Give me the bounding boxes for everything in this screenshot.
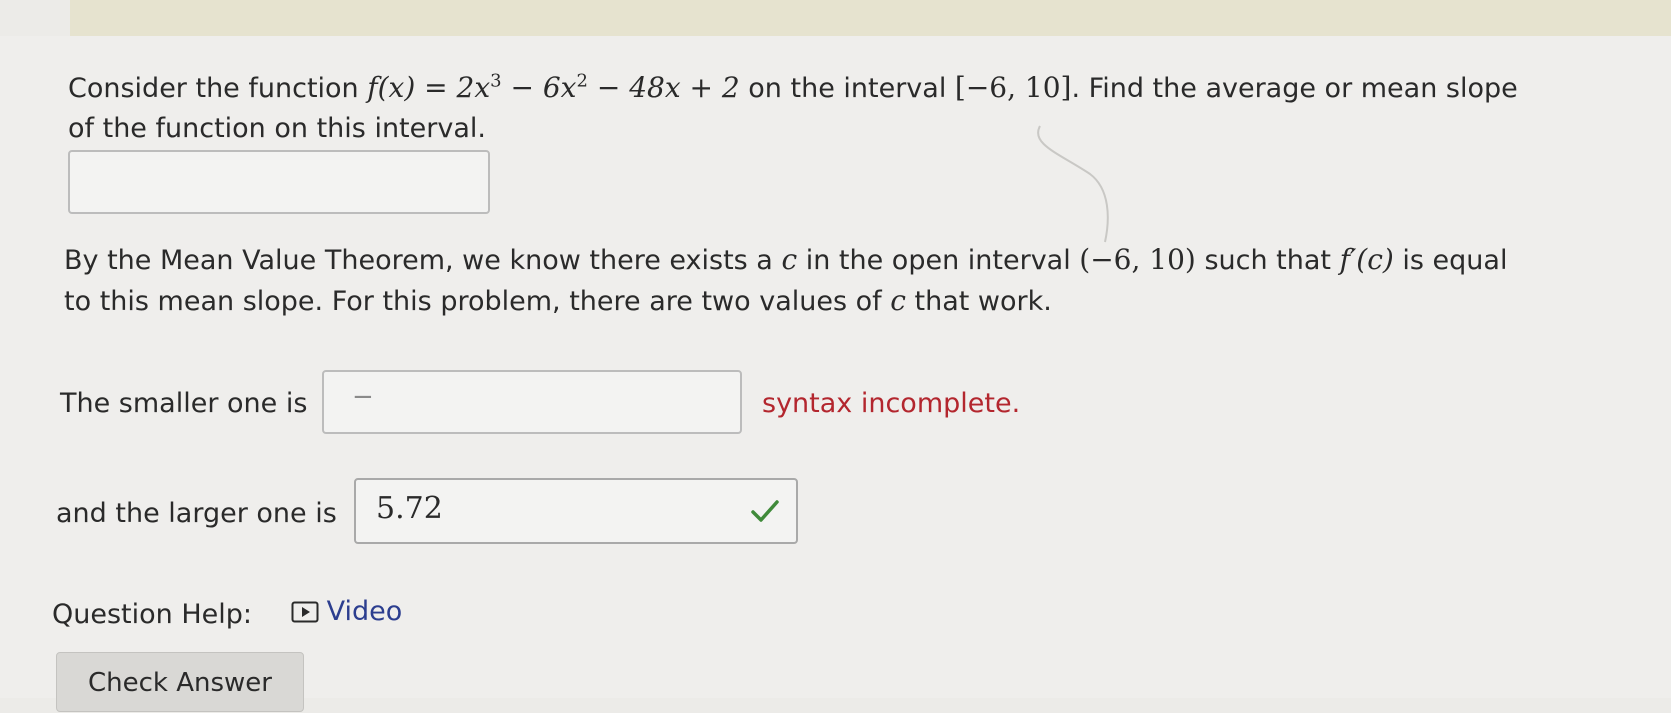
video-link[interactable]: Video xyxy=(291,592,403,632)
question-help-label: Question Help: xyxy=(52,599,252,630)
closed-interval: [−6, 10] xyxy=(954,71,1072,104)
smaller-value-label: The smaller one is xyxy=(60,388,308,419)
larger-value-input[interactable]: 5.72 xyxy=(354,478,798,544)
question-intro: Consider the function xyxy=(68,73,368,104)
equals-sign: = xyxy=(415,71,457,104)
function-expression: f(x) = 2x3 − 6x2 − 48x + 2 xyxy=(367,71,739,104)
syntax-status: syntax incomplete. xyxy=(762,388,1021,419)
exponent-2: 2 xyxy=(576,70,588,92)
larger-value-label: and the larger one is xyxy=(56,498,337,529)
top-banner xyxy=(70,0,1671,36)
mean-slope-input[interactable] xyxy=(68,150,490,214)
term-rest: − 48x + 2 xyxy=(587,71,740,104)
smaller-value-input[interactable]: − xyxy=(322,370,742,434)
mvt-part-1: By the Mean Value Theorem, we know there… xyxy=(64,245,782,276)
question-text: Consider the function f(x) = 2x3 − 6x2 −… xyxy=(68,68,1518,149)
video-icon xyxy=(291,601,319,623)
exponent-1: 3 xyxy=(490,70,502,92)
mvt-part-2: in the open interval xyxy=(797,245,1080,276)
open-interval: (−6, 10) xyxy=(1079,243,1196,276)
term-2: − 6x xyxy=(501,71,577,104)
variable-c: c xyxy=(781,243,798,276)
video-link-label: Video xyxy=(326,596,403,627)
larger-value: 5.72 xyxy=(376,491,443,526)
check-answer-button[interactable]: Check Answer xyxy=(56,652,304,712)
term-1: 2x xyxy=(456,71,491,104)
on-interval-text: on the interval xyxy=(739,73,955,104)
question-help: Question Help: Video xyxy=(52,592,402,635)
variable-c: c xyxy=(890,284,906,317)
derivative-fc: f′(c) xyxy=(1339,243,1394,276)
mvt-text: By the Mean Value Theorem, we know there… xyxy=(64,240,1514,322)
smaller-value-typed: − xyxy=(352,382,374,412)
mvt-part-3: such that xyxy=(1195,245,1340,276)
mvt-part-5: that work. xyxy=(905,286,1052,317)
pen-mark xyxy=(1037,125,1109,243)
question-panel: Consider the function f(x) = 2x3 − 6x2 −… xyxy=(0,36,1671,712)
checkmark-icon xyxy=(751,500,779,522)
function-lhs: f(x) xyxy=(367,71,416,104)
